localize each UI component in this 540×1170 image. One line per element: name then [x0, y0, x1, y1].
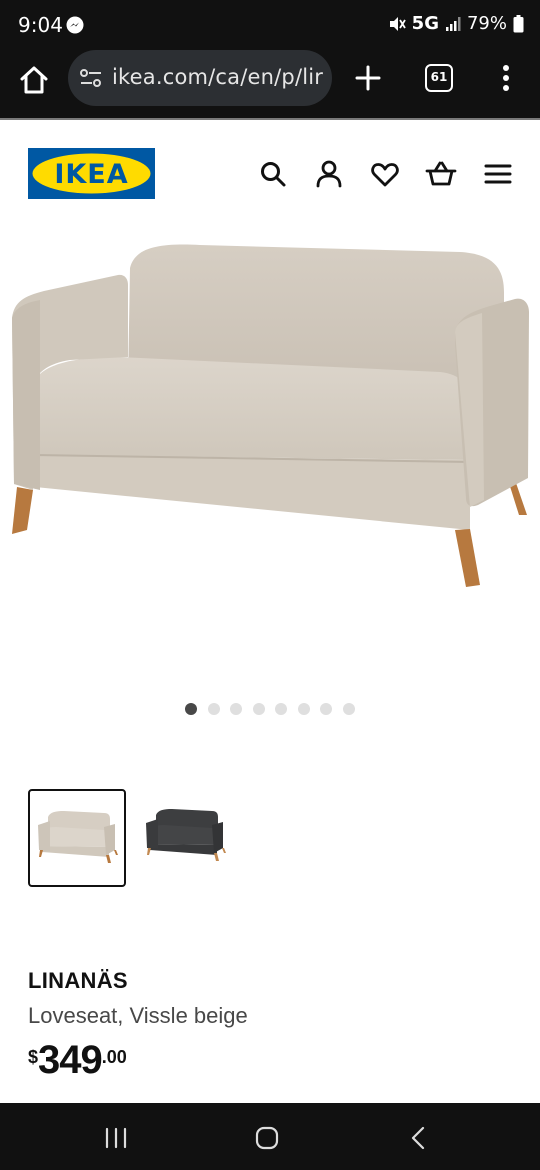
thumbnail-dark-grey[interactable]: [138, 789, 236, 887]
site-settings-icon[interactable]: [80, 68, 102, 88]
ikea-logo-text: IKEA: [54, 159, 128, 190]
toolbar-divider: [0, 118, 540, 120]
back-icon[interactable]: [404, 1123, 434, 1153]
battery-label: 79%: [466, 13, 507, 34]
menu-icon[interactable]: [482, 158, 514, 190]
carousel-dot[interactable]: [185, 703, 197, 715]
url-text: ikea.com/ca/en/p/lir: [112, 65, 324, 89]
product-price: $349.00: [28, 1040, 127, 1080]
carousel-dots: [185, 703, 355, 715]
search-icon[interactable]: [257, 158, 289, 190]
basket-icon[interactable]: [425, 158, 457, 190]
product-name: LINANÄS: [28, 968, 128, 993]
thumbnail-beige-image: [38, 811, 118, 863]
carousel-dot[interactable]: [275, 703, 287, 715]
carousel-dot[interactable]: [252, 703, 265, 715]
status-time: 9:04: [18, 13, 63, 37]
browser-toolbar: ikea.com/ca/en/p/lir 61: [0, 50, 540, 118]
price-decimals: .00: [101, 1047, 127, 1067]
signal-icon: [445, 16, 461, 31]
new-tab-icon[interactable]: [352, 62, 384, 94]
ikea-logo-graphic: IKEA: [28, 148, 155, 199]
ikea-logo[interactable]: IKEA: [28, 148, 155, 199]
network-label: 5G: [411, 13, 439, 34]
price-currency: $: [28, 1047, 39, 1067]
price-integer: 349: [38, 1038, 103, 1082]
messenger-icon: [66, 16, 84, 34]
battery-icon: [513, 14, 524, 32]
recent-apps-icon[interactable]: [101, 1123, 131, 1153]
carousel-dot[interactable]: [230, 703, 242, 715]
carousel-dot[interactable]: [342, 703, 355, 715]
product-image[interactable]: [0, 230, 540, 610]
carousel-dot[interactable]: [297, 703, 310, 715]
home-nav-icon[interactable]: [252, 1123, 282, 1153]
account-icon[interactable]: [313, 158, 345, 190]
system-nav-bar: [0, 1103, 540, 1170]
mute-icon: [389, 16, 406, 31]
thumbnail-dark-grey-image: [146, 809, 226, 861]
more-icon[interactable]: [496, 62, 516, 94]
carousel-dot[interactable]: [320, 703, 332, 715]
product-description: Loveseat, Vissle beige: [28, 1003, 248, 1028]
carousel-dot[interactable]: [207, 703, 220, 715]
thumbnail-beige[interactable]: [28, 789, 126, 887]
status-indicators: 5G 79%: [388, 13, 524, 34]
heart-icon[interactable]: [369, 158, 401, 190]
tab-switcher-button[interactable]: 61: [425, 64, 453, 92]
home-icon[interactable]: [16, 62, 52, 98]
status-bar: 9:04 5G 79%: [0, 0, 540, 50]
address-bar[interactable]: ikea.com/ca/en/p/lir: [68, 50, 332, 106]
